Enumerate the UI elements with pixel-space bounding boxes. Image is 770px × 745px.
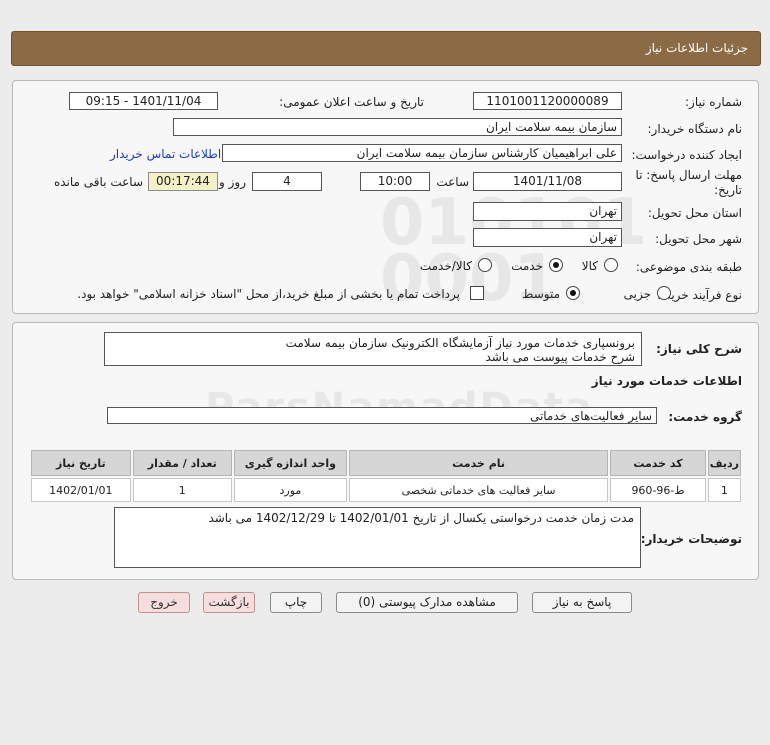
services-table: ردیف کد خدمت نام خدمت واحد اندازه گیری ت… — [29, 448, 743, 504]
col-service-code: کد خدمت — [610, 450, 706, 476]
need-number-field: 1101001120000089 — [473, 92, 622, 110]
page-title: جزئیات اطلاعات نیاز — [645, 41, 748, 55]
deadline-label-1: مهلت ارسال پاسخ: تا — [635, 168, 742, 182]
creator-label: ایجاد کننده درخواست: — [631, 148, 742, 162]
print-button[interactable]: چاپ — [270, 592, 322, 613]
cell-service-name: سایر فعالیت های خدماتی شخصی — [348, 478, 609, 502]
col-row: ردیف — [707, 450, 741, 476]
buyer-contact-link[interactable]: اطلاعات تماس خریدار — [110, 147, 221, 161]
summary-field: برونسپاری خدمات مورد نیاز آزمایشگاه الکت… — [104, 332, 642, 366]
service-group-field: سایر فعالیت‌های خدماتی — [107, 407, 657, 424]
buyer-org-label: نام دستگاه خریدار: — [647, 122, 743, 136]
reply-button[interactable]: پاسخ به نیاز — [532, 592, 632, 613]
process-radio-minor[interactable] — [657, 286, 671, 300]
summary-line-1: برونسپاری خدمات مورد نیاز آزمایشگاه الکت… — [285, 336, 635, 350]
deadline-time-label: ساعت — [436, 175, 469, 189]
buyer-notes-label: توضیحات خریدار: — [640, 532, 742, 546]
cell-need-date: 1402/01/01 — [31, 478, 131, 502]
payment-note: پرداخت تمام یا بخشی از مبلغ خرید،از محل … — [77, 287, 460, 301]
remaining-label: ساعت باقی مانده — [53, 175, 143, 189]
category-option-service: خدمت — [511, 259, 543, 273]
cell-service-code: ط-96-960 — [610, 478, 706, 502]
deadline-label-2: تاریخ: — [714, 183, 742, 197]
exit-button[interactable]: خروج — [138, 592, 190, 613]
col-need-date: تاریخ نیاز — [31, 450, 131, 476]
creator-field: علی ابراهیمیان کارشناس سازمان بیمه سلامت… — [222, 144, 622, 162]
city-field: تهران — [473, 228, 622, 247]
process-option-minor: جزیی — [623, 287, 651, 301]
summary-line-2: شرح خدمات پیوست می باشد — [485, 350, 635, 364]
cell-row: 1 — [707, 478, 741, 502]
summary-label: شرح کلی نیاز: — [656, 342, 742, 356]
col-unit: واحد اندازه گیری — [233, 450, 347, 476]
remaining-time-field: 00:17:44 — [148, 172, 218, 191]
city-label: شهر محل تحویل: — [655, 232, 742, 246]
services-section-title: اطلاعات خدمات مورد نیاز — [591, 374, 742, 388]
need-number-label: شماره نیاز: — [685, 95, 742, 109]
buyer-notes-field: مدت زمان خدمت درخواستی یکسال از تاریخ 14… — [114, 507, 641, 568]
process-option-medium: متوسط — [522, 287, 560, 301]
category-option-goods: کالا — [581, 259, 598, 273]
service-group-label: گروه خدمت: — [668, 410, 742, 424]
category-radio-service[interactable] — [549, 258, 563, 272]
treasury-checkbox[interactable] — [470, 286, 484, 300]
category-label: طبقه بندی موضوعی: — [635, 260, 742, 274]
days-field: 4 — [252, 172, 322, 191]
category-radio-goods-service[interactable] — [478, 258, 492, 272]
attachments-button[interactable]: مشاهده مدارک پیوستی (0) — [336, 592, 518, 613]
page-header: جزئیات اطلاعات نیاز — [11, 31, 761, 66]
buyer-org-field: سازمان بیمه سلامت ایران — [173, 118, 622, 136]
cell-quantity: 1 — [132, 478, 232, 502]
deadline-time-field: 10:00 — [360, 172, 430, 191]
days-label: روز و — [219, 175, 246, 189]
province-field: تهران — [473, 202, 622, 221]
announce-label: تاریخ و ساعت اعلان عمومی: — [279, 95, 424, 109]
announce-field: 1401/11/04 - 09:15 — [69, 92, 218, 110]
cell-unit: مورد — [233, 478, 347, 502]
table-row: 1 ط-96-960 سایر فعالیت های خدماتی شخصی م… — [31, 478, 741, 502]
back-button[interactable]: بازگشت — [203, 592, 255, 613]
province-label: استان محل تحویل: — [647, 206, 742, 220]
need-info-panel — [12, 80, 759, 314]
col-service-name: نام خدمت — [348, 450, 609, 476]
category-option-goods-service: کالا/خدمت — [419, 259, 472, 273]
deadline-date-field: 1401/11/08 — [473, 172, 622, 191]
table-header-row: ردیف کد خدمت نام خدمت واحد اندازه گیری ت… — [31, 450, 741, 476]
col-quantity: تعداد / مقدار — [132, 450, 232, 476]
process-radio-medium[interactable] — [566, 286, 580, 300]
category-radio-goods[interactable] — [604, 258, 618, 272]
